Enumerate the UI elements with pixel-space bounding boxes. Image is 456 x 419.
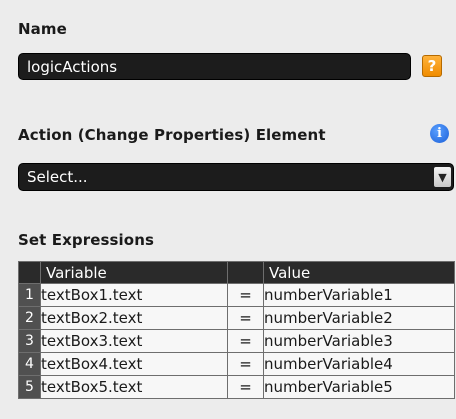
info-label: i xyxy=(437,126,442,141)
row-index: 2 xyxy=(18,306,41,330)
action-element-select[interactable]: Select... ▼ xyxy=(18,163,454,191)
chevron-down-icon[interactable]: ▼ xyxy=(434,167,451,187)
operator-cell[interactable]: = xyxy=(227,329,264,353)
operator-cell[interactable]: = xyxy=(227,375,264,399)
row-index: 3 xyxy=(18,329,41,353)
operator-cell[interactable]: = xyxy=(227,306,264,330)
variable-cell[interactable]: textBox1.text xyxy=(40,283,228,307)
index-column-header xyxy=(18,261,41,284)
table-row[interactable]: 4 textBox4.text = numberVariable4 xyxy=(18,352,455,376)
name-input[interactable]: logicActions xyxy=(18,53,411,80)
variable-cell[interactable]: textBox5.text xyxy=(40,375,228,399)
table-row[interactable]: 3 textBox3.text = numberVariable3 xyxy=(18,329,455,353)
row-index: 1 xyxy=(18,283,41,307)
table-header-row: Variable Value xyxy=(18,261,455,284)
value-cell[interactable]: numberVariable5 xyxy=(263,375,455,399)
expressions-title: Set Expressions xyxy=(18,231,155,249)
operator-column-header xyxy=(227,261,264,284)
variable-cell[interactable]: textBox2.text xyxy=(40,306,228,330)
table-row[interactable]: 2 textBox2.text = numberVariable2 xyxy=(18,306,455,330)
expressions-table: Variable Value 1 textBox1.text = numberV… xyxy=(18,261,455,399)
name-title: Name xyxy=(18,20,67,38)
name-input-value: logicActions xyxy=(27,57,118,76)
help-question-icon: ? xyxy=(427,57,437,75)
action-title: Action (Change Properties) Element xyxy=(18,126,326,144)
row-index: 4 xyxy=(18,352,41,376)
table-row[interactable]: 5 textBox5.text = numberVariable5 xyxy=(18,375,455,399)
operator-cell[interactable]: = xyxy=(227,283,264,307)
help-button[interactable]: ? xyxy=(422,55,442,77)
select-value: Select... xyxy=(27,168,88,186)
variable-cell[interactable]: textBox4.text xyxy=(40,352,228,376)
operator-cell[interactable]: = xyxy=(227,352,264,376)
value-cell[interactable]: numberVariable3 xyxy=(263,329,455,353)
value-cell[interactable]: numberVariable4 xyxy=(263,352,455,376)
variable-column-header[interactable]: Variable xyxy=(40,261,228,284)
value-cell[interactable]: numberVariable1 xyxy=(263,283,455,307)
variable-cell[interactable]: textBox3.text xyxy=(40,329,228,353)
value-column-header[interactable]: Value xyxy=(263,261,455,284)
value-cell[interactable]: numberVariable2 xyxy=(263,306,455,330)
table-row[interactable]: 1 textBox1.text = numberVariable1 xyxy=(18,283,455,307)
info-icon[interactable]: i xyxy=(430,124,449,143)
row-index: 5 xyxy=(18,375,41,399)
